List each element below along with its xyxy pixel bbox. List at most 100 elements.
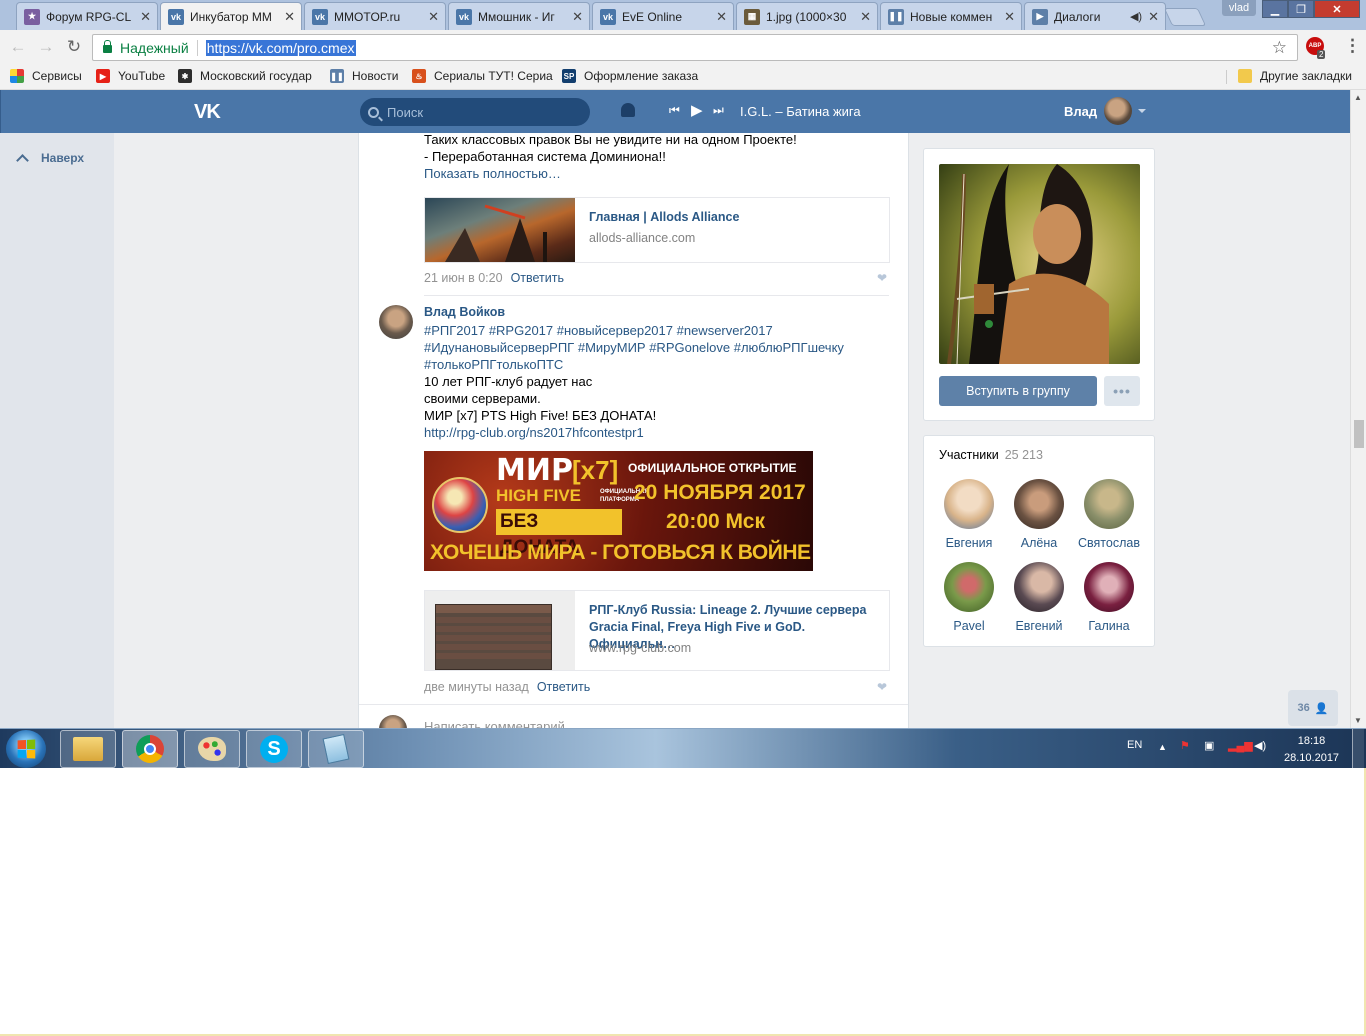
profile-badge[interactable]: vlad [1222,0,1256,16]
link-snippet[interactable]: Главная | Allods Alliance allods-allianc… [424,197,890,263]
link-snippet[interactable]: РПГ-Клуб Russia: Lineage 2. Лучшие серве… [424,590,890,671]
group-cover-image[interactable] [939,164,1140,364]
start-button[interactable] [6,730,46,768]
banner-subtitle: HIGH FIVE [496,486,582,505]
show-desktop-button[interactable] [1352,729,1364,768]
back-to-top-button[interactable]: Наверх [16,151,84,167]
vk-logo-icon[interactable]: VK [194,101,221,124]
volume-icon[interactable]: ◀) [1254,739,1266,752]
bookmark-moscow[interactable]: ✱ Московский государ [178,69,312,83]
maximize-button[interactable]: ❐ [1288,0,1314,18]
comment-time[interactable]: 21 июн в 0:20 [424,271,503,285]
more-actions-button[interactable]: ••• [1104,376,1140,406]
browser-tab[interactable]: vk MMOTOP.ru ✕ [304,2,446,30]
browser-tab[interactable]: ▶ Диалоги ◀) ✕ [1024,2,1166,30]
device-icon[interactable]: ▣ [1204,739,1214,752]
close-icon[interactable]: ✕ [860,9,871,25]
url-text[interactable]: https://vk.com/pro.cmex [205,39,356,56]
member-item[interactable]: Евгений [1004,562,1074,633]
bookmark-serials[interactable]: ♨ Сериалы ТУТ! Сериа [412,69,553,83]
search-input[interactable]: Поиск [360,98,590,126]
comment-input[interactable]: Написать комментарий... [424,719,576,728]
back-to-top-column[interactable]: Наверх [0,133,114,728]
minimize-button[interactable]: ▁ [1262,0,1288,18]
comment-author[interactable]: Влад Войков [424,305,505,319]
clock[interactable]: 18:18 28.10.2017 [1284,734,1339,766]
previous-track-icon[interactable]: ⏮ [669,103,680,118]
like-heart-icon[interactable]: ❤ [877,680,887,694]
skype-taskbar-button[interactable]: S [246,730,302,768]
secure-indicator[interactable]: Надежный [103,40,189,56]
notifications-bell-icon[interactable] [621,103,635,117]
member-item[interactable]: Евгения [934,479,1004,550]
bookmark-star-icon[interactable]: ☆ [1272,38,1287,58]
scroll-up-arrow-icon[interactable]: ▲ [1354,93,1362,102]
other-bookmarks[interactable]: Другие закладки [1238,69,1352,83]
browser-tab-active[interactable]: vk Инкубатор ММ ✕ [160,2,302,31]
avatar[interactable] [1104,97,1132,125]
members-title[interactable]: Участники 25 213 [939,448,1043,462]
paint-taskbar-button[interactable] [184,730,240,768]
bookmark-youtube[interactable]: ▶ YouTube [96,69,165,83]
bookmark-order[interactable]: SP Оформление заказа [562,69,698,83]
action-center-flag-icon[interactable]: ⚑ [1180,739,1190,752]
tab-title: EvE Online [622,9,683,24]
close-icon[interactable]: ✕ [428,9,439,25]
forward-button[interactable]: → [36,37,56,57]
play-icon[interactable]: ▶ [691,101,703,119]
show-more-link[interactable]: Показать полностью… [424,165,561,182]
member-item[interactable]: Галина [1074,562,1144,633]
close-icon[interactable]: ✕ [716,9,727,25]
like-heart-icon[interactable]: ❤ [877,271,887,285]
comment-time[interactable]: две минуты назад [424,680,529,694]
new-tab-button[interactable] [1163,8,1207,26]
browser-tab[interactable]: vk Ммошник - Иг ✕ [448,2,590,30]
browser-menu-icon[interactable]: ⋮ [1344,37,1361,54]
page-scrollbar[interactable]: ▲ ▼ [1350,90,1366,728]
online-friends-counter[interactable]: 36 👤 [1288,690,1338,726]
bookmark-services[interactable]: Сервисы [10,69,82,83]
scrollbar-thumb[interactable] [1354,420,1364,448]
promo-banner-image[interactable]: МИР [x7] HIGH FIVE ОФИЦИАЛЬНАЯ ПЛАТФОРМА… [424,451,813,571]
close-icon[interactable]: ✕ [572,9,583,25]
reply-link[interactable]: Ответить [537,680,590,694]
member-item[interactable]: Святослав [1074,479,1144,550]
explorer-taskbar-button[interactable] [60,730,116,768]
chrome-taskbar-button[interactable] [122,730,178,768]
close-icon[interactable]: ✕ [1148,9,1159,25]
bookmark-news[interactable]: ❚❚ Новости [330,69,398,83]
join-group-button[interactable]: Вступить в группу [939,376,1097,406]
browser-tab[interactable]: ★ Форум RPG-CL ✕ [16,2,158,30]
member-item[interactable]: Алёна [1004,479,1074,550]
user-name[interactable]: Влад [1064,104,1097,119]
avatar[interactable] [379,305,413,339]
browser-tab[interactable]: ▦ 1.jpg (1000×30 ✕ [736,2,878,30]
scroll-down-arrow-icon[interactable]: ▼ [1354,716,1362,725]
snippet-title[interactable]: РПГ-Клуб Russia: Lineage 2. Лучшие серве… [589,602,866,619]
next-track-icon[interactable]: ⏭ [713,103,724,118]
browser-tab[interactable]: vk EvE Online ✕ [592,2,734,30]
hashtags-line[interactable]: #толькоРПГтолькоПТС [424,356,563,373]
hashtags-line[interactable]: #ИдунановыйсерверРПГ #МируМИР #RPGonelov… [424,339,844,356]
address-bar[interactable]: Надежный https://vk.com/pro.cmex ☆ [92,34,1298,61]
reload-button[interactable]: ↻ [64,37,84,57]
hashtags-line[interactable]: #РПГ2017 #RPG2017 #новыйсервер2017 #news… [424,322,773,339]
snippet-title[interactable]: Главная | Allods Alliance [589,209,739,226]
close-icon[interactable]: ✕ [140,9,151,25]
close-icon[interactable]: ✕ [284,9,295,25]
member-item[interactable]: Pavel [934,562,1004,633]
now-playing-track[interactable]: I.G.L. – Батина жига [740,104,861,119]
back-button[interactable]: ← [8,37,28,57]
show-hidden-icons-icon[interactable]: ▲ [1158,742,1167,752]
close-window-button[interactable]: ✕ [1314,0,1360,18]
browser-tab[interactable]: ❚❚ Новые коммен ✕ [880,2,1022,30]
divider [196,39,198,56]
close-icon[interactable]: ✕ [1004,9,1015,25]
chevron-down-icon[interactable] [1138,109,1146,113]
reply-link[interactable]: Ответить [511,271,564,285]
external-link[interactable]: http://rpg-club.org/ns2017hfcontestpr1 [424,424,644,441]
notepad-taskbar-button[interactable] [308,730,364,768]
language-indicator[interactable]: EN [1127,739,1142,751]
member-name: Святослав [1078,536,1140,550]
network-signal-icon[interactable]: ▂▄▆ [1228,739,1253,752]
